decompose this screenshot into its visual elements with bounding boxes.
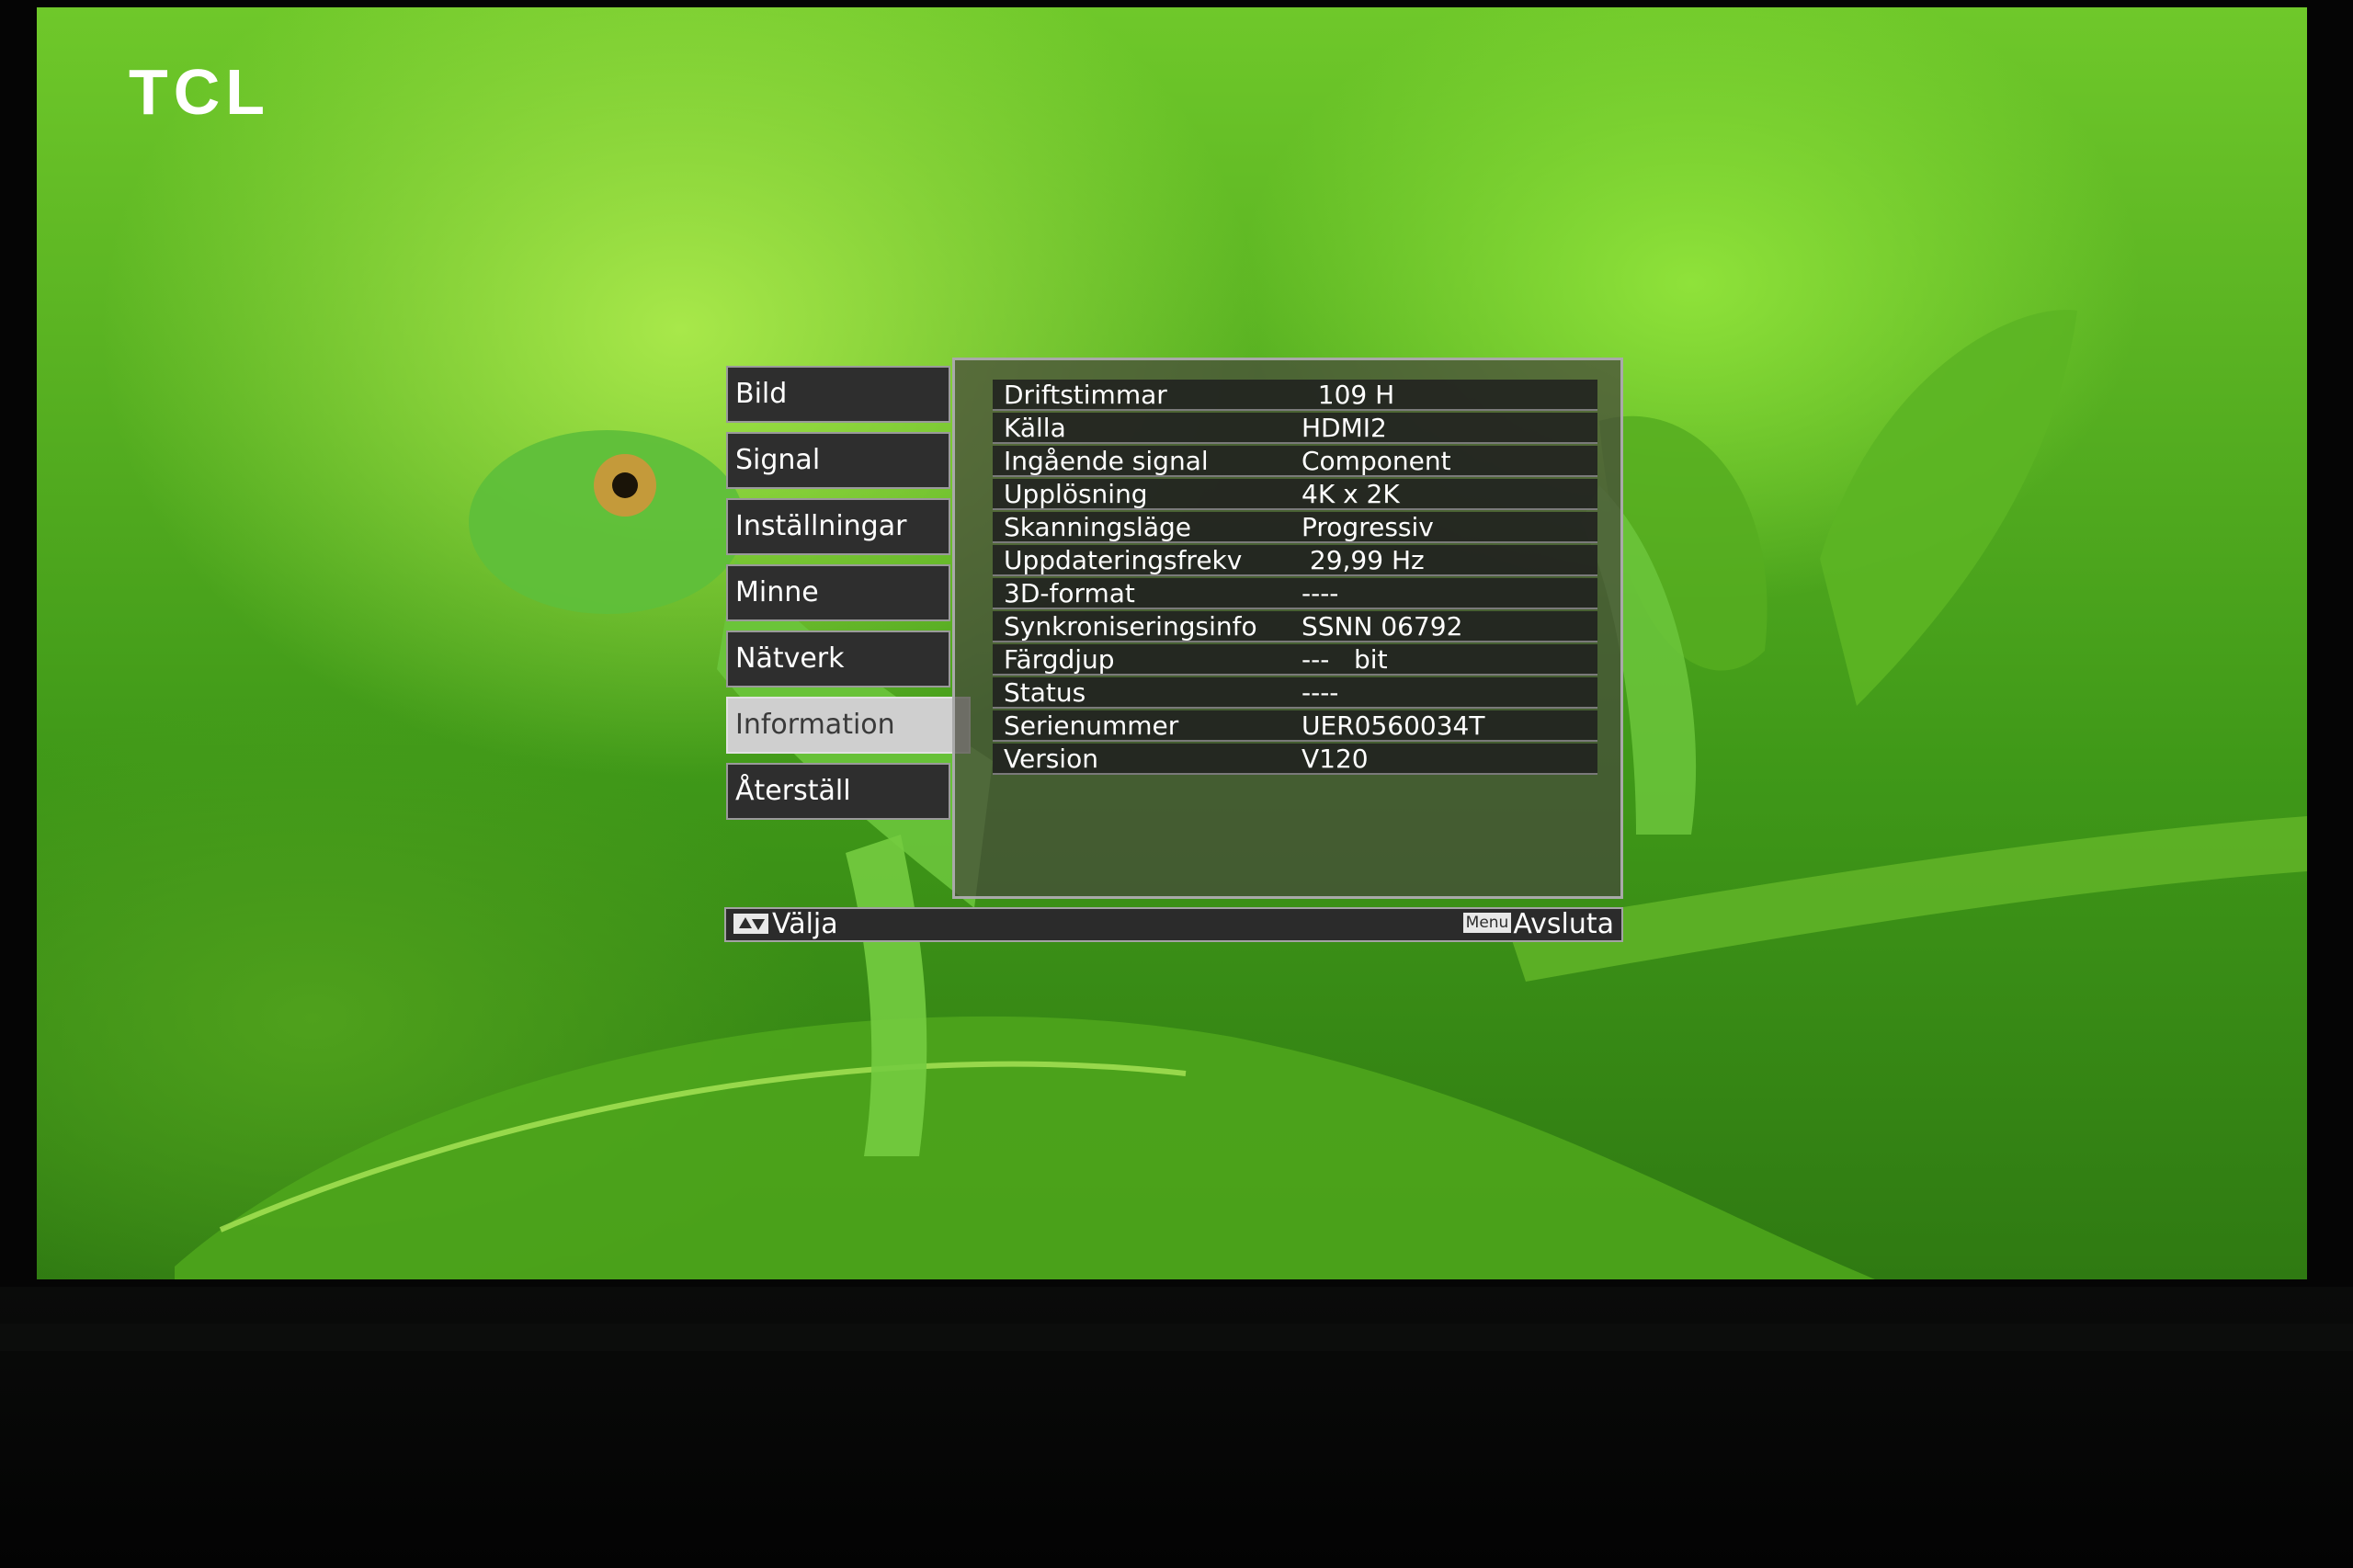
menu-item-signal[interactable]: Signal xyxy=(726,432,950,489)
info-label: Färgdjup xyxy=(1004,644,1115,675)
info-value: HDMI2 xyxy=(1302,413,1387,443)
info-value: 109 H xyxy=(1302,380,1395,410)
info-row: Status ---- xyxy=(993,677,1597,709)
menu-item-information[interactable]: Information xyxy=(726,697,971,754)
menu-item-aterstall[interactable]: Återställ xyxy=(726,763,950,820)
info-row: Synkroniseringsinfo SSNN 06792 xyxy=(993,611,1597,642)
info-label: Källa xyxy=(1004,413,1066,443)
info-row: Ingående signal Component xyxy=(993,446,1597,477)
info-value: ---- xyxy=(1302,677,1339,708)
footer-select-label: Välja xyxy=(772,908,838,940)
footer-exit-label: Avsluta xyxy=(1513,908,1614,940)
info-row: Version V120 xyxy=(993,744,1597,775)
info-row: 3D-format ---- xyxy=(993,578,1597,609)
info-label: Uppdateringsfrekv xyxy=(1004,545,1243,575)
menu-item-bild[interactable]: Bild xyxy=(726,366,950,423)
info-value: UER0560034T xyxy=(1302,710,1485,741)
up-down-arrow-icon xyxy=(733,913,768,934)
menu-item-natverk[interactable]: Nätverk xyxy=(726,631,950,687)
info-value: V120 xyxy=(1302,744,1369,774)
info-label: Skanningsläge xyxy=(1004,512,1191,542)
info-label: Synkroniseringsinfo xyxy=(1004,611,1257,642)
info-row: Färgdjup --- bit xyxy=(993,644,1597,676)
info-value: --- bit xyxy=(1302,644,1388,675)
footer-bar: Välja Menu Avsluta xyxy=(724,907,1623,942)
info-label: Ingående signal xyxy=(1004,446,1209,476)
info-value: Component xyxy=(1302,446,1451,476)
info-label: Serienummer xyxy=(1004,710,1179,741)
info-row: Upplösning 4K x 2K xyxy=(993,479,1597,510)
info-value: Progressiv xyxy=(1302,512,1434,542)
menu-item-minne[interactable]: Minne xyxy=(726,564,950,621)
info-row: Uppdateringsfrekv 29,99 Hz xyxy=(993,545,1597,576)
info-value: ---- xyxy=(1302,578,1339,608)
info-value: SSNN 06792 xyxy=(1302,611,1463,642)
info-row: Skanningsläge Progressiv xyxy=(993,512,1597,543)
info-label: Version xyxy=(1004,744,1098,774)
info-value: 4K x 2K xyxy=(1302,479,1400,509)
osd-menu: Bild Signal Inställningar Minne Nätverk … xyxy=(0,0,2353,1568)
info-row: Driftstimmar 109 H xyxy=(993,380,1597,411)
menu-key-icon: Menu xyxy=(1462,912,1512,933)
info-row: Serienummer UER0560034T xyxy=(993,710,1597,742)
info-label: Status xyxy=(1004,677,1086,708)
menu-item-installningar[interactable]: Inställningar xyxy=(726,498,950,555)
info-row: Källa HDMI2 xyxy=(993,413,1597,444)
info-value: 29,99 Hz xyxy=(1302,545,1425,575)
info-label: Upplösning xyxy=(1004,479,1148,509)
info-label: Driftstimmar xyxy=(1004,380,1167,410)
info-label: 3D-format xyxy=(1004,578,1135,608)
footer-exit-hint: Menu Avsluta xyxy=(1462,908,1614,940)
footer-select-hint: Välja xyxy=(733,909,838,940)
